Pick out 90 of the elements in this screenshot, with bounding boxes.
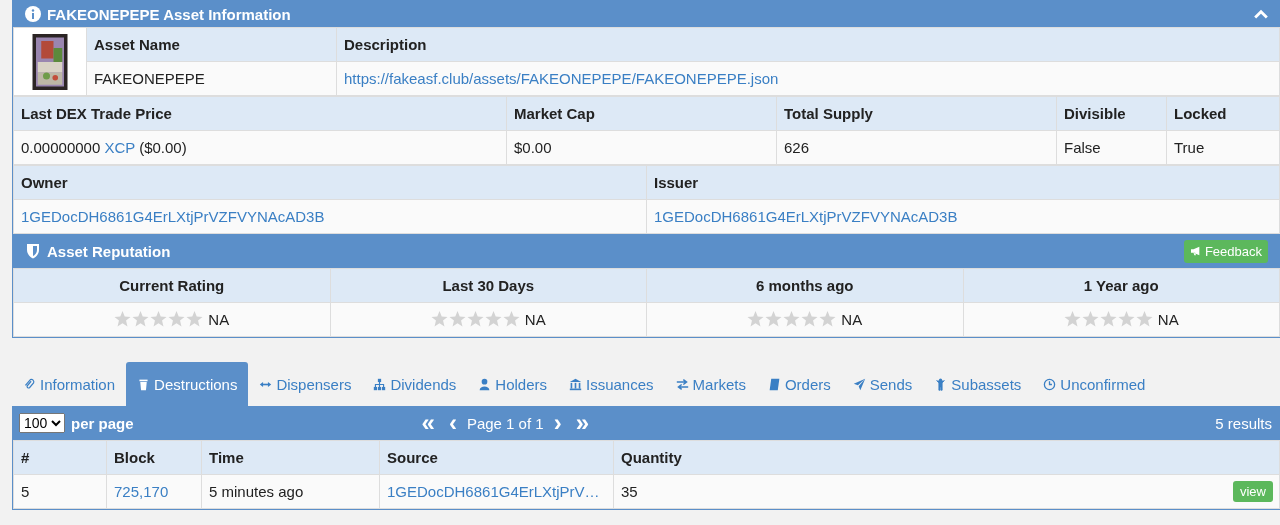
bank-icon — [569, 377, 582, 391]
star-icon — [150, 311, 168, 327]
table-cell: 626 — [776, 130, 1057, 165]
page-indicator: Page 1 of 1 — [466, 414, 544, 432]
table-cell: $0.00 — [506, 130, 777, 165]
column-header: Last DEX Trade Price — [13, 96, 507, 131]
table-cell: 35 — [621, 483, 638, 500]
rating-value: NA — [208, 311, 230, 328]
column-header: 6 months ago — [646, 268, 963, 303]
currency-link[interactable]: XCP — [104, 139, 135, 156]
book-icon — [767, 377, 781, 391]
table-cell: 0.00000000 — [21, 139, 101, 156]
table-cell: 5 — [21, 483, 30, 500]
column-header: Quantity — [613, 440, 1280, 475]
plane-icon — [852, 377, 866, 391]
star-icon — [430, 311, 448, 327]
first-page-button[interactable]: « — [421, 413, 435, 433]
column-header: 1 Year ago — [963, 268, 1280, 303]
star-icon — [1135, 311, 1153, 327]
exchange-icon — [675, 377, 689, 391]
table-cell: False — [1056, 130, 1167, 165]
tab[interactable]: Orders — [756, 362, 842, 406]
star-icon — [186, 311, 204, 327]
column-header: Time — [201, 440, 380, 475]
tab[interactable]: Information — [12, 362, 127, 406]
tab[interactable]: Subassets — [923, 362, 1033, 406]
star-icon — [819, 311, 837, 327]
star-icon — [783, 311, 801, 327]
star-icon — [132, 311, 150, 327]
previous-page-button[interactable]: ‹ — [448, 413, 457, 433]
column-header: Total Supply — [776, 96, 1057, 131]
info-icon — [25, 6, 41, 22]
trash-icon — [137, 377, 151, 391]
star-icon — [765, 311, 783, 327]
star-icon — [1099, 311, 1117, 327]
megaphone-icon — [1189, 246, 1202, 256]
collapse-icon[interactable] — [1254, 9, 1268, 19]
last-page-button[interactable]: » — [575, 413, 589, 433]
tab[interactable]: Holders — [467, 362, 558, 406]
column-header: Market Cap — [506, 96, 777, 131]
clock-icon — [1043, 377, 1057, 391]
shield-icon — [25, 243, 41, 259]
star-icon — [502, 311, 520, 327]
star-icon — [466, 311, 484, 327]
table-cell: FAKEONEPEPE — [86, 61, 337, 96]
star-icon — [1117, 311, 1135, 327]
table-cell: True — [1166, 130, 1280, 165]
tab[interactable]: Dispensers — [248, 362, 363, 406]
rating-value: NA — [524, 311, 546, 328]
column-header: Asset Name — [86, 27, 337, 62]
star-icon — [747, 311, 765, 327]
rating-value: NA — [1157, 311, 1179, 328]
star-icon — [168, 311, 186, 327]
tab[interactable]: Destructions — [126, 362, 249, 406]
column-header: # — [13, 440, 107, 475]
table-cell: ($0.00) — [139, 139, 187, 156]
star-icon — [801, 311, 819, 327]
child-icon — [934, 377, 948, 391]
tab[interactable]: Sends — [841, 362, 924, 406]
paperclip-icon — [23, 377, 36, 391]
user-icon — [478, 377, 492, 391]
column-header: Divisible — [1056, 96, 1167, 131]
tab[interactable]: Dividends — [362, 362, 468, 406]
next-page-button[interactable]: › — [553, 413, 562, 433]
sitemap-icon — [373, 377, 387, 391]
star-icon — [114, 311, 132, 327]
star-icon — [1063, 311, 1081, 327]
column-header: Current Rating — [13, 268, 330, 303]
section-title: Asset Reputation — [47, 242, 171, 260]
star-icon — [1081, 311, 1099, 327]
column-header: Last 30 Days — [330, 268, 647, 303]
column-header: Locked — [1166, 96, 1280, 131]
per-page-label: per page — [71, 414, 134, 432]
star-icon — [484, 311, 502, 327]
star-icon — [448, 311, 466, 327]
view-button[interactable]: view — [1233, 481, 1273, 502]
column-header: Issuer — [646, 165, 1280, 200]
column-header: Source — [379, 440, 614, 475]
results-count: 5 results — [1215, 414, 1272, 432]
panel-title: FAKEONEPEPE Asset Information — [47, 5, 291, 23]
tab[interactable]: Issuances — [558, 362, 665, 406]
column-header: Block — [106, 440, 202, 475]
feedback-button[interactable]: Feedback — [1183, 239, 1268, 263]
table-cell: 5 minutes ago — [209, 483, 304, 500]
tab[interactable]: Unconfirmed — [1032, 362, 1157, 406]
column-header: Description — [336, 27, 1280, 62]
column-header: Owner — [13, 165, 647, 200]
tab[interactable]: Markets — [664, 362, 757, 406]
per-page-select[interactable]: 100 — [19, 413, 65, 433]
rating-value: NA — [841, 311, 863, 328]
